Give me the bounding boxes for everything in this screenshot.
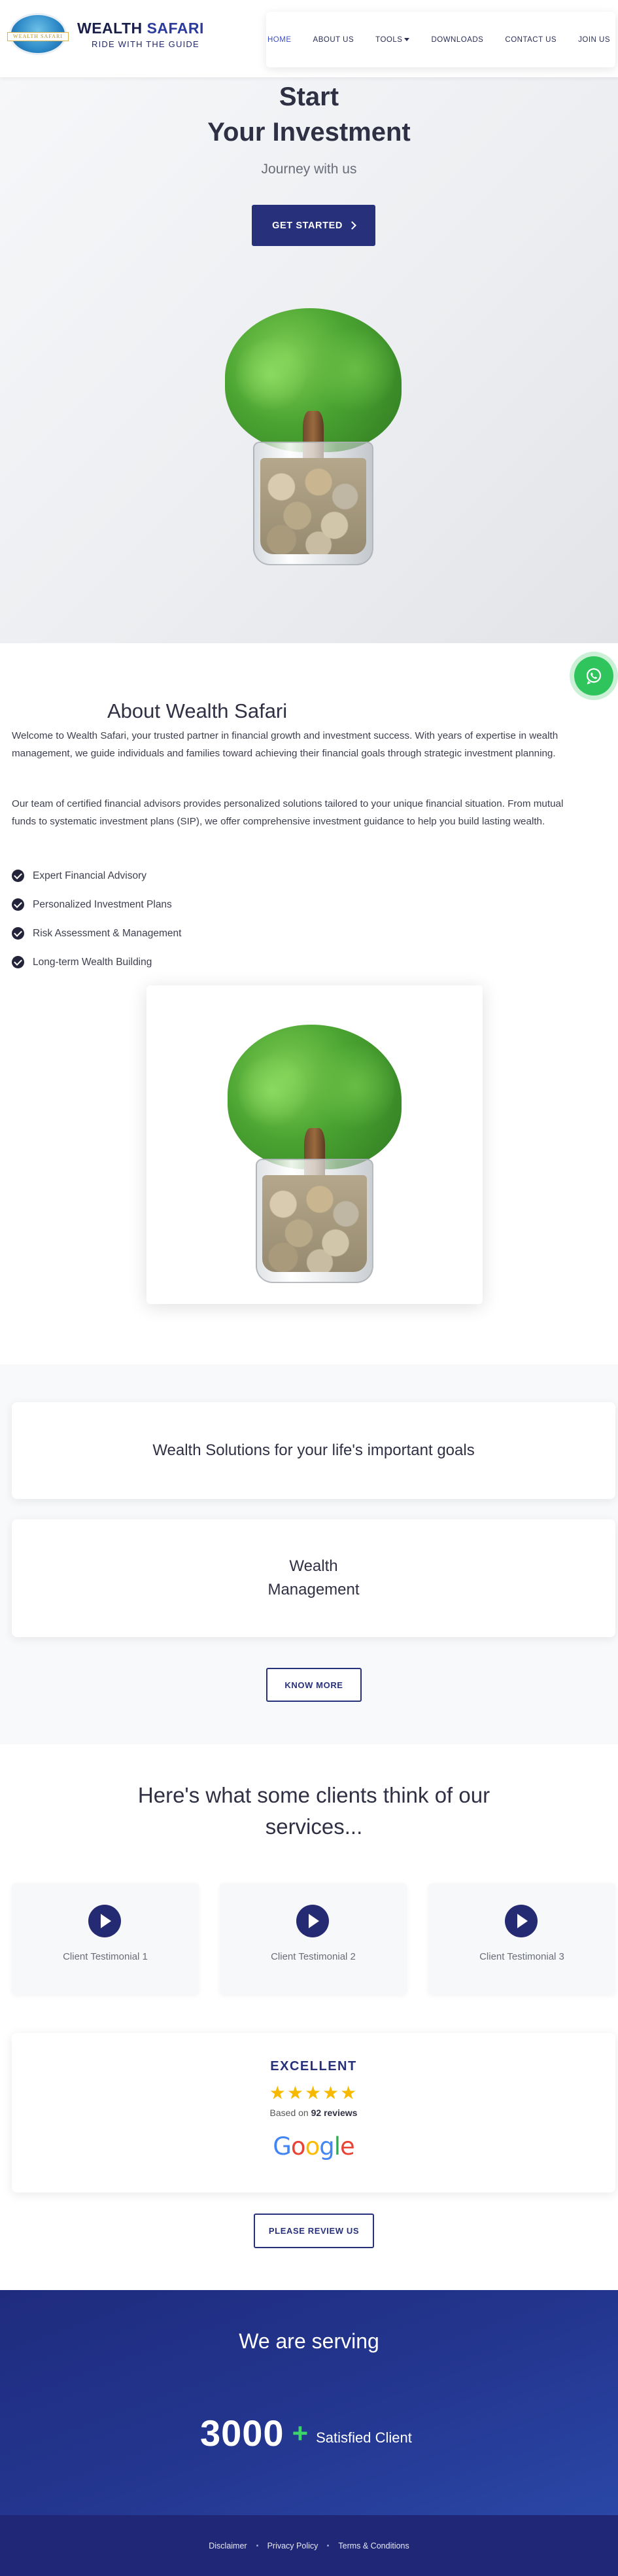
testimonial-video-card[interactable]: Client Testimonial 2 bbox=[220, 1883, 407, 1994]
site-footer: Disclaimer Privacy Policy Terms & Condit… bbox=[0, 2515, 618, 2576]
brand-name-part1: WEALTH bbox=[77, 20, 143, 37]
testimonial-caption: Client Testimonial 3 bbox=[479, 1951, 564, 1962]
solution-card-goals-text: Wealth Solutions for your life's importa… bbox=[152, 1441, 475, 1459]
nav-about-label: ABOUT US bbox=[313, 35, 354, 44]
solution-card-line1: Wealth bbox=[289, 1557, 338, 1575]
brand-name[interactable]: WEALTH SAFARI bbox=[77, 20, 204, 37]
about-paragraph-1: Welcome to Wealth Safari, your trusted p… bbox=[12, 730, 558, 759]
site-header: WEALTH SAFARI WEALTH SAFARI RIDE WITH TH… bbox=[0, 0, 618, 77]
about-section: About Wealth Safari Welcome to Wealth Sa… bbox=[0, 643, 618, 1364]
feature-label: Personalized Investment Plans bbox=[33, 898, 172, 910]
hero-title-line2: Your Investment bbox=[207, 118, 411, 147]
testimonial-video-card[interactable]: Client Testimonial 3 bbox=[428, 1883, 615, 1994]
nav-about-us[interactable]: ABOUT US bbox=[312, 36, 354, 44]
about-money-tree-image bbox=[228, 1025, 402, 1283]
nav-home-label: HOME bbox=[267, 35, 292, 44]
testimonial-caption: Client Testimonial 2 bbox=[271, 1951, 356, 1962]
about-heading: About Wealth Safari bbox=[107, 699, 288, 722]
nav-join-us[interactable]: JOIN US bbox=[577, 36, 610, 44]
feature-label: Long-term Wealth Building bbox=[33, 956, 152, 968]
solutions-section: Wealth Solutions for your life's importa… bbox=[0, 1364, 618, 1744]
whatsapp-chat-button[interactable] bbox=[574, 656, 613, 696]
solution-card-wealth-management[interactable]: Wealth Management bbox=[12, 1519, 615, 1637]
feature-item: Risk Assessment & Management bbox=[12, 927, 181, 940]
play-icon[interactable] bbox=[296, 1905, 329, 1937]
nav-join-label: JOIN US bbox=[578, 35, 610, 44]
play-icon[interactable] bbox=[505, 1905, 538, 1937]
footer-link-privacy-policy[interactable]: Privacy Policy bbox=[267, 2541, 318, 2550]
nav-contact-us[interactable]: CONTACT US bbox=[504, 36, 557, 44]
feature-label: Expert Financial Advisory bbox=[33, 870, 147, 881]
hero-subtitle: Journey with us bbox=[261, 162, 357, 177]
feature-item: Long-term Wealth Building bbox=[12, 956, 152, 968]
get-started-label: GET STARTED bbox=[272, 220, 343, 231]
brand-name-part2: SAFARI bbox=[146, 20, 204, 37]
star-rating-icons: ★★★★★ bbox=[269, 2083, 358, 2103]
play-icon[interactable] bbox=[88, 1905, 121, 1937]
testimonial-video-card[interactable]: Client Testimonial 1 bbox=[12, 1883, 199, 1994]
logo-badge-text: WEALTH SAFARI bbox=[7, 32, 69, 41]
about-paragraph-2: Our team of certified financial advisors… bbox=[12, 798, 564, 827]
solution-card-line2: Management bbox=[267, 1581, 360, 1598]
google-review-widget[interactable]: EXCELLENT ★★★★★ Based on 92 reviews Goog… bbox=[12, 2033, 615, 2193]
feature-item: Personalized Investment Plans bbox=[12, 898, 172, 911]
separator-dot-icon bbox=[256, 2545, 258, 2547]
check-circle-icon bbox=[12, 898, 24, 911]
check-circle-icon bbox=[12, 956, 24, 968]
separator-dot-icon bbox=[327, 2545, 330, 2547]
satisfied-clients-stat: 3000 + Satisfied Client bbox=[200, 2412, 412, 2454]
nav-contact-label: CONTACT US bbox=[505, 35, 557, 44]
nav-downloads[interactable]: DOWNLOADS bbox=[430, 36, 483, 44]
based-on-prefix: Based on bbox=[269, 2108, 309, 2118]
logo-badge[interactable]: WEALTH SAFARI bbox=[7, 13, 69, 55]
hero-section: Start Your Investment Journey with us GE… bbox=[0, 77, 618, 643]
solution-card-goals[interactable]: Wealth Solutions for your life's importa… bbox=[12, 1402, 615, 1499]
brand-tagline: RIDE WITH THE GUIDE bbox=[92, 39, 199, 49]
plus-icon: + bbox=[292, 2417, 309, 2448]
nav-home[interactable]: HOME bbox=[266, 36, 292, 44]
testimonials-section: Here's what some clients think of our se… bbox=[0, 1744, 618, 2290]
serving-section: We are serving 3000 + Satisfied Client bbox=[0, 2290, 618, 2515]
google-logo: Google bbox=[273, 2132, 354, 2161]
client-count-label: Satisfied Client bbox=[316, 2429, 412, 2446]
testimonial-caption: Client Testimonial 1 bbox=[63, 1951, 148, 1962]
hero-money-tree-image bbox=[225, 308, 402, 565]
know-more-button[interactable]: KNOW MORE bbox=[266, 1668, 362, 1702]
serving-heading: We are serving bbox=[239, 2329, 379, 2353]
feature-label: Risk Assessment & Management bbox=[33, 927, 182, 939]
footer-link-disclaimer[interactable]: Disclaimer bbox=[209, 2541, 247, 2550]
nav-tools[interactable]: TOOLS bbox=[374, 35, 410, 44]
get-started-button[interactable]: GET STARTED bbox=[252, 205, 375, 246]
chevron-right-icon bbox=[348, 221, 356, 230]
main-nav: HOME ABOUT US TOOLS DOWNLOADS CONTACT US… bbox=[266, 12, 615, 67]
footer-link-terms[interactable]: Terms & Conditions bbox=[338, 2541, 409, 2550]
caret-down-icon bbox=[404, 37, 410, 41]
please-review-us-button[interactable]: PLEASE REVIEW US bbox=[254, 2214, 374, 2248]
rating-label: EXCELLENT bbox=[270, 2059, 357, 2073]
review-count: 92 reviews bbox=[311, 2108, 358, 2118]
hero-title-line1: Start bbox=[279, 82, 339, 111]
testimonials-heading: Here's what some clients think of our se… bbox=[137, 1783, 490, 1839]
nav-tools-label: TOOLS bbox=[375, 35, 403, 44]
check-circle-icon bbox=[12, 870, 24, 882]
check-circle-icon bbox=[12, 927, 24, 940]
review-count-text: Based on 92 reviews bbox=[12, 2108, 615, 2118]
whatsapp-icon bbox=[586, 668, 602, 684]
nav-downloads-label: DOWNLOADS bbox=[431, 35, 484, 44]
client-count: 3000 bbox=[200, 2412, 284, 2454]
about-image-card bbox=[146, 985, 483, 1304]
feature-item: Expert Financial Advisory bbox=[12, 870, 146, 882]
